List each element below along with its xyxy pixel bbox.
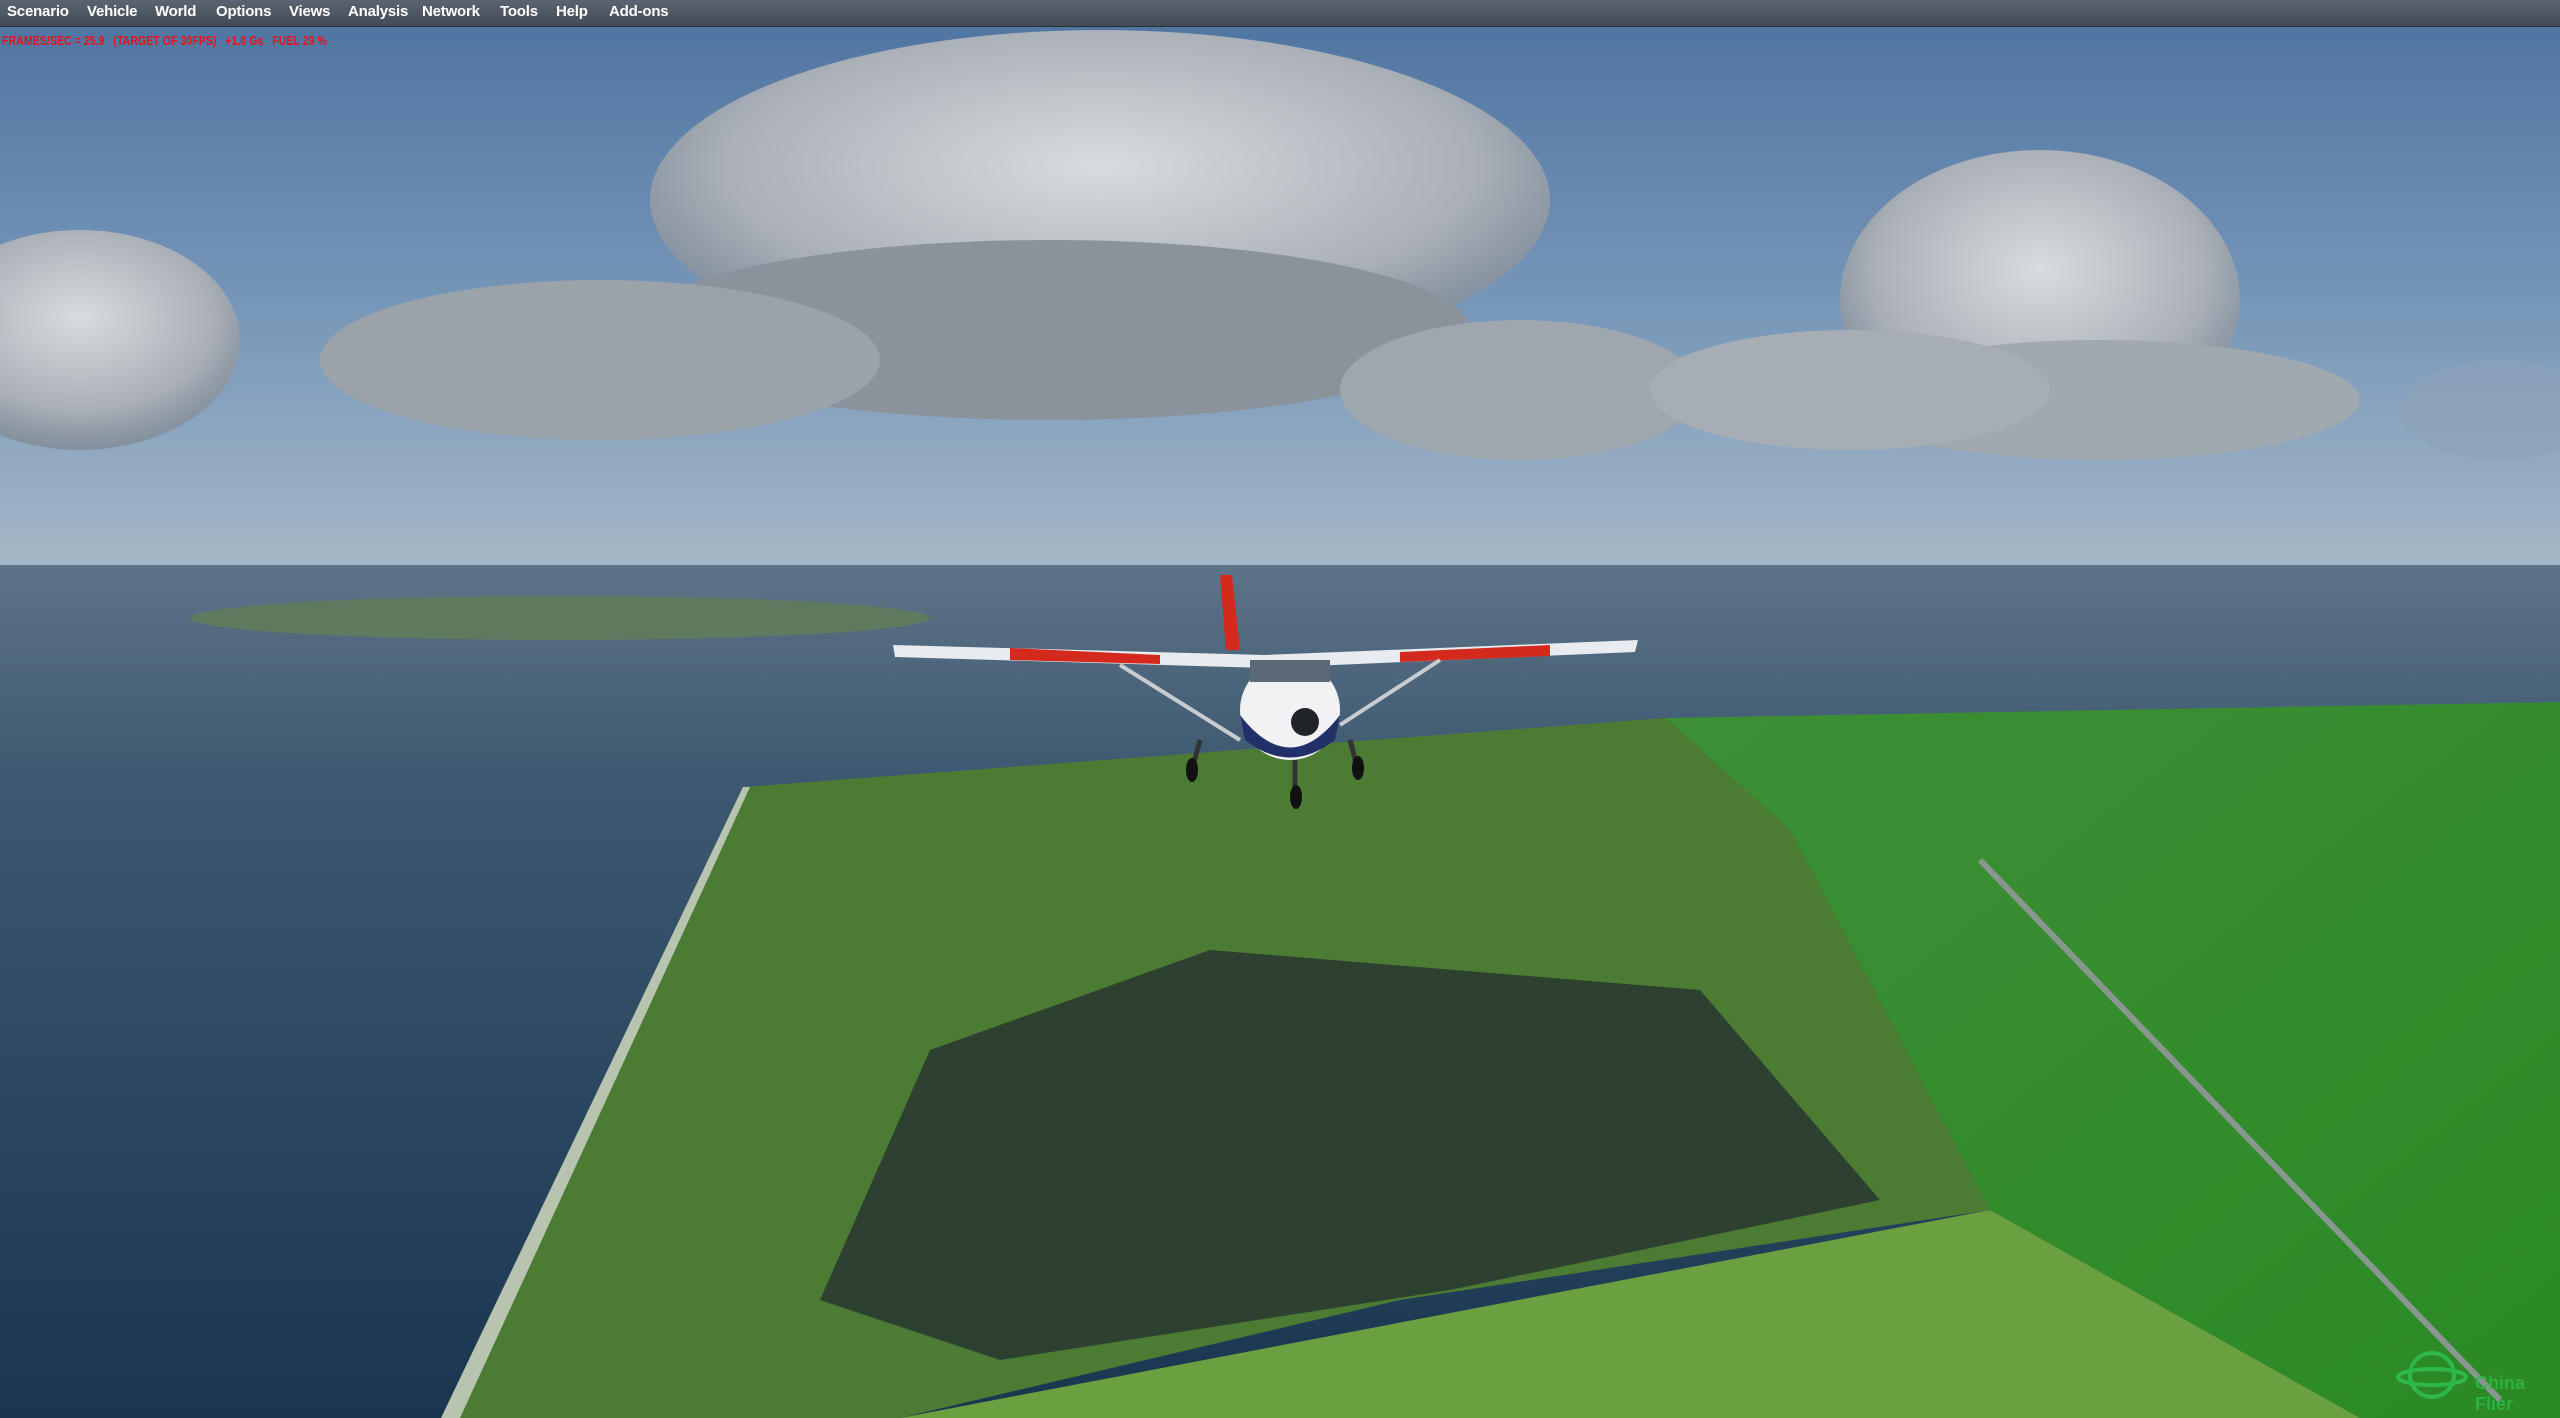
watermark-text: China Flier [2475, 1373, 2526, 1414]
flight-scene [0, 0, 2560, 1418]
menu-analysis[interactable]: Analysis [348, 3, 408, 20]
menu-vehicle[interactable]: Vehicle [87, 3, 138, 20]
frame-rate-readout: FRAMES/SEC = 25.9 (TARGET OF 30FPS) +1.0… [2, 34, 327, 48]
menu-views[interactable]: Views [289, 3, 330, 20]
menu-world[interactable]: World [155, 3, 196, 20]
menu-network[interactable]: Network [422, 3, 480, 20]
menu-options[interactable]: Options [216, 3, 271, 20]
menu-add-ons[interactable]: Add-ons [609, 3, 669, 20]
menu-scenario[interactable]: Scenario [7, 3, 69, 20]
menu-bar: Scenario Vehicle World Options Views Ana… [0, 0, 2560, 27]
menu-tools[interactable]: Tools [500, 3, 538, 20]
distant-island [190, 596, 930, 640]
menu-help[interactable]: Help [556, 3, 588, 20]
